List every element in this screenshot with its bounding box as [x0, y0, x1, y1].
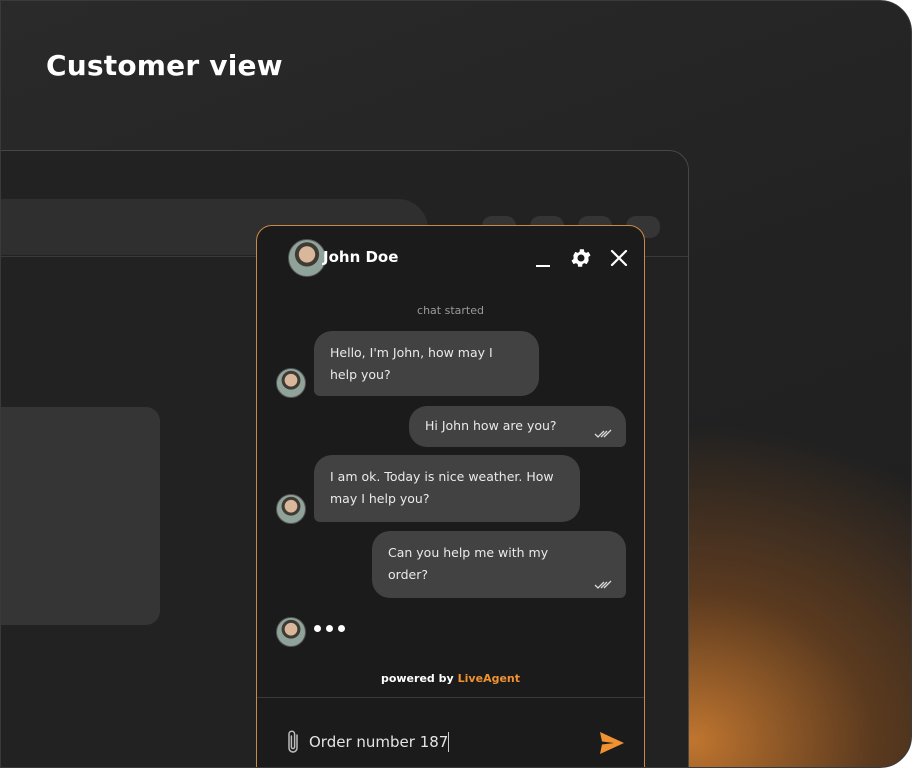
- minimize-icon[interactable]: [532, 246, 556, 270]
- presentation-frame: Customer view John Doe chat started Hell…: [0, 0, 912, 768]
- message-input[interactable]: [309, 730, 509, 754]
- powered-by-text: powered by: [380, 672, 454, 685]
- send-icon[interactable]: [598, 729, 626, 757]
- agent-avatar-small: [276, 494, 306, 524]
- brand-link[interactable]: LiveAgent: [458, 672, 520, 685]
- page-title: Customer view: [46, 49, 283, 82]
- visitor-message-bubble: Hi John how are you?: [409, 406, 626, 447]
- message-composer: [257, 698, 644, 767]
- gear-icon[interactable]: [569, 246, 593, 270]
- message-text: Hi John how are you?: [425, 418, 557, 433]
- chat-status: chat started: [417, 304, 484, 317]
- typing-indicator: [314, 625, 345, 632]
- visitor-message-bubble: Can you help me with my order?: [372, 531, 626, 598]
- typing-dot: [338, 625, 345, 632]
- message-text: Can you help me with my order?: [388, 545, 549, 582]
- typing-dot: [326, 625, 333, 632]
- double-check-icon: [594, 429, 612, 438]
- agent-avatar: [288, 239, 326, 277]
- page-content-card: [1, 407, 160, 625]
- close-icon[interactable]: [607, 246, 631, 270]
- powered-by: powered by LiveAgent: [257, 672, 644, 685]
- agent-avatar-small: [276, 368, 306, 398]
- chat-header: John Doe: [257, 226, 644, 290]
- text-caret: [448, 732, 449, 752]
- agent-avatar-small: [276, 617, 306, 647]
- agent-message-bubble: Hello, I'm John, how may I help you?: [314, 331, 539, 396]
- agent-name: John Doe: [323, 248, 399, 266]
- chat-widget: John Doe chat started Hello, I'm John, h…: [256, 225, 645, 767]
- paperclip-icon[interactable]: [285, 728, 301, 756]
- double-check-icon: [594, 580, 612, 589]
- typing-dot: [314, 625, 321, 632]
- agent-message-bubble: I am ok. Today is nice weather. How may …: [314, 455, 580, 522]
